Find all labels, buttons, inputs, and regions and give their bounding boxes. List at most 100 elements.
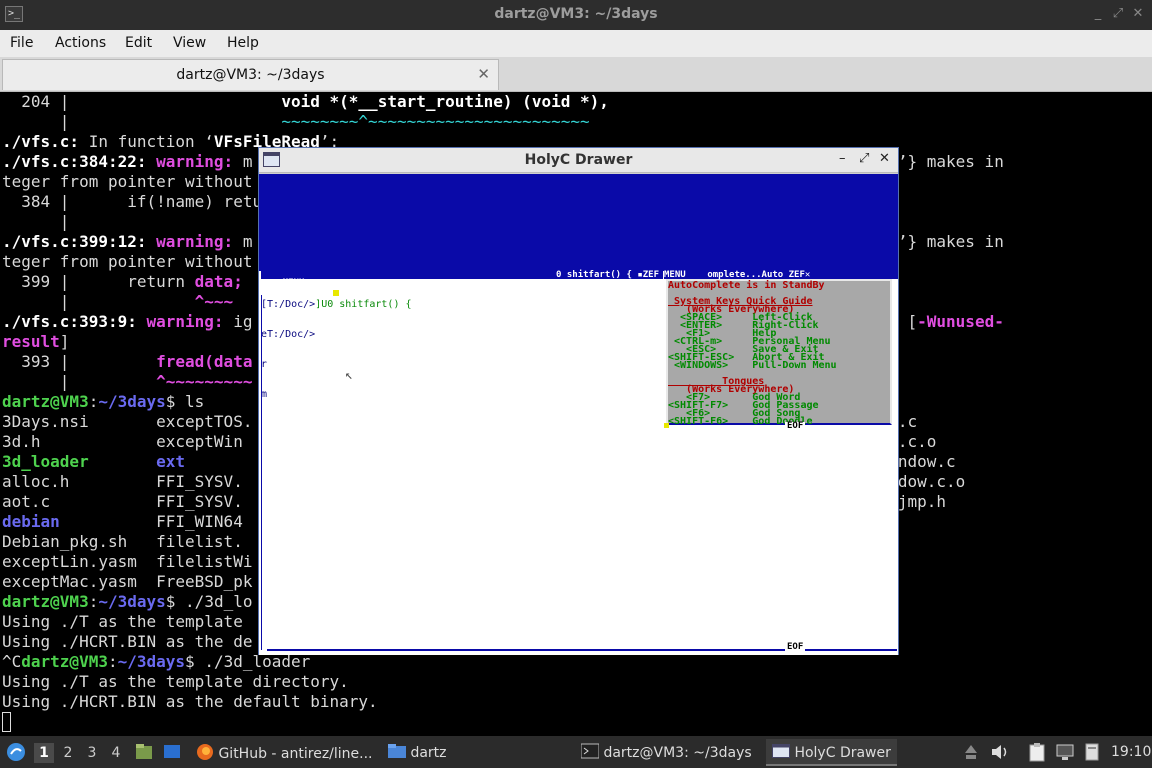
task-folder[interactable]: dartz [382,739,453,766]
terminal-text: $ ./3d_lo [165,592,253,611]
volume-icon[interactable] [990,743,1010,765]
show-desktop-icon[interactable] [163,743,181,765]
terminal-line: 393 | fread(data [2,352,252,372]
menu-view[interactable]: View [173,35,206,51]
terminal-line: | ^~~~~~~~~~ [2,372,253,392]
taskbar: 1 2 3 4 GitHub - antirez/line... dartz d… [0,736,1152,768]
terminal-text: | [2,212,70,231]
holyc-drawer-window[interactable]: HolyC Drawer – ⤢ ✕ MENU 0 shitfart() { ▪… [258,147,899,655]
terminal-line: dartz@VM3:~/3days$ ./3d_lo [2,592,252,612]
power-icon[interactable] [1083,742,1101,766]
terminal-line: Using ./T as the template [2,612,243,632]
holyc-titlebar[interactable]: HolyC Drawer – ⤢ ✕ [259,148,898,173]
clock[interactable]: 19:10 [1111,744,1151,760]
task-holyc-label: HolyC Drawer [794,745,891,761]
menubar: File Actions Edit View Help [0,30,1152,57]
terminal-text: dartz@VM3 [2,592,89,611]
terminal-text: Using ./HCRT.BIN as the default binary. [2,692,378,711]
minimize-button[interactable]: _ [1090,6,1106,22]
doc-line-3: r [261,359,268,370]
tab-bar: dartz@VM3: ~/3days ✕ [0,57,1152,92]
maximize-button[interactable]: ⤢ [1110,6,1126,22]
terminal-text: exceptLin.yasm filelistWi [2,552,253,571]
task-holyc[interactable]: HolyC Drawer [766,739,897,766]
menu-edit[interactable]: Edit [125,35,152,51]
terminal-text: ^~~~~~~~~~ [156,372,253,391]
terminal-text: dartz@VM3 [2,392,89,411]
window-titlebar[interactable]: >_ dartz@VM3: ~/3days _ ⤢ ✕ [0,0,1152,30]
tab-close-icon[interactable]: ✕ [477,65,490,83]
doc-eof-label: EOF [785,642,806,652]
autocomplete-eof-label: EOF [785,421,806,431]
autocomplete-row: AutoComplete is in StandBy [668,280,825,291]
resize-handle[interactable] [664,423,669,428]
holyc-maximize-button[interactable]: ⤢ [859,151,869,166]
workspace-3[interactable]: 3 [82,743,102,763]
terminal-text: ’} makes in [897,152,1004,171]
doc-path-1: [T:/Doc/> [261,299,316,310]
doc-bar-title: 0 shitfart() { ▪ZEF [556,270,659,280]
terminal-text: ext [156,452,186,471]
terminal-text: warning: [146,312,234,331]
terminal-text: Debian_pkg.sh filelist. [2,532,243,551]
workspace-2[interactable]: 2 [58,743,78,763]
terminal-line: | ^~~~ [2,292,233,312]
network-icon[interactable] [1055,742,1075,766]
autocomplete-titlebar[interactable]: MENU omplete...Auto ZEF✕ [664,271,898,280]
autocomplete-row: <WINDOWS> Pull-Down Menu [668,360,837,371]
tab-terminal[interactable]: dartz@VM3: ~/3days ✕ [2,59,499,90]
terminal-text: ./vfs.c:399:12: [2,232,157,251]
terminal-text: ./vfs.c: [2,132,80,151]
terminal-text: 204 | [2,92,282,111]
task-firefox-label: GitHub - antirez/line... [218,746,373,762]
terminal-text: result [2,332,60,351]
task-firefox[interactable]: GitHub - antirez/line... [190,739,379,766]
task-terminal[interactable]: dartz@VM3: ~/3days [575,739,758,766]
terminal-line: ^Cdartz@VM3:~/3days$ ./3d_loader [2,652,310,672]
document-border-bar[interactable]: MENU 0 shitfart() { ▪ZEF [261,270,663,288]
terminal-text: ./vfs.c:384:22: [2,152,157,171]
terminal-text: debian [2,512,60,531]
terminal-line: | [2,212,70,232]
terminal-text: teger from pointer without [2,252,253,271]
terminal-text: : [107,652,118,671]
terminal-text: exceptMac.yasm FreeBSD_pk [2,572,253,591]
terminal-line: 384 | if(!name) retu [2,192,262,212]
doc-code-line: ]U0 shitfart() { [315,299,412,310]
tray-up-arrow-icon[interactable] [963,743,979,765]
menu-actions[interactable]: Actions [55,35,106,51]
terminal-text: : [88,392,99,411]
terminal-text: ~~~~~~~~^~~~~~~~~~~~~~~~~~~~~~~~ [281,112,590,131]
terminal-line: debian FFI_WIN64 [2,512,243,532]
terminal-text: ~/3days [117,652,186,671]
file-manager-launcher-icon[interactable] [135,743,153,765]
holyc-blue-canvas[interactable] [259,174,898,271]
holyc-minimize-button[interactable]: – [839,151,846,166]
terminal-line: teger from pointer without [2,172,252,192]
terminal-text: $ ls [165,392,205,411]
terminal-text: : [88,592,99,611]
terminal-text: Using ./T as the template directory. [2,672,349,691]
terminal-text: dartz@VM3 [21,652,108,671]
clipboard-icon[interactable] [1028,742,1046,766]
menu-file[interactable]: File [10,35,33,51]
folder-icon [388,743,406,763]
terminal-text: data; [194,272,243,291]
workspace-4[interactable]: 4 [106,743,126,763]
document-text[interactable]: [T:/Doc/>]U0 shitfart() { eT:/Doc/> r m [261,280,412,420]
terminal-text: Using ./HCRT.BIN as the de [2,632,253,651]
terminal-text: ^C [2,652,22,671]
terminal-text: In function ‘ [79,132,214,151]
terminal-text: 3d_loader [2,452,89,471]
workspace-1[interactable]: 1 [34,743,54,763]
terminal-icon [580,743,600,763]
close-button[interactable]: ✕ [1130,6,1146,22]
menu-help[interactable]: Help [227,35,259,51]
start-menu-icon[interactable] [6,742,26,766]
terminal-text: warning: [156,152,243,171]
terminal-text: ~/3days [98,592,166,611]
holyc-close-button[interactable]: ✕ [879,151,890,166]
terminal-text: ./vfs.c:393:9: [2,312,147,331]
terminal-text: ’} makes in [897,232,1004,251]
